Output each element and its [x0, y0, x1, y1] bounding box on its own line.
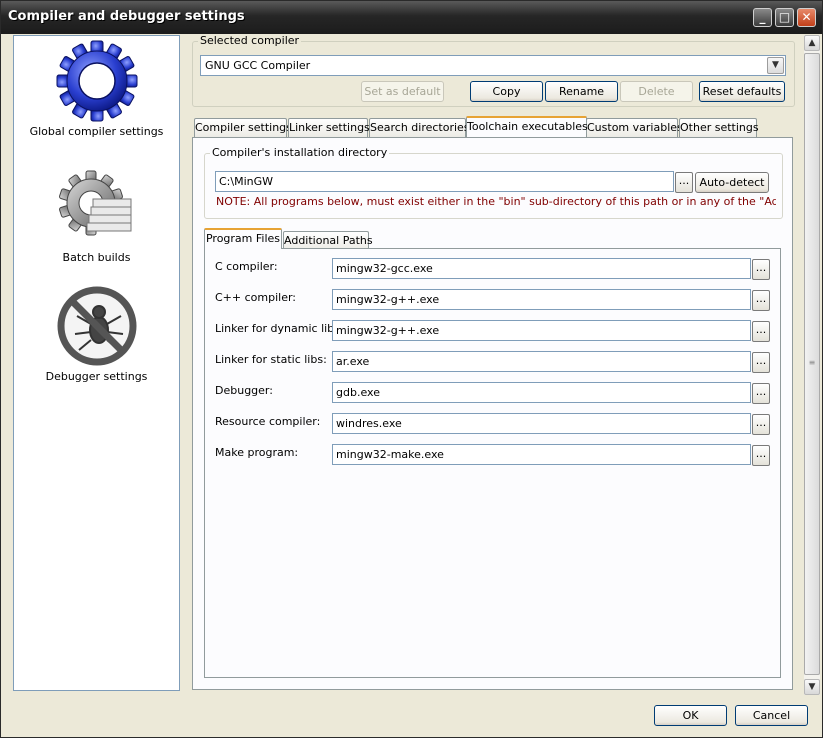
debugger-input[interactable]: gdb.exe — [332, 382, 751, 403]
minimize-button[interactable]: _ — [753, 8, 772, 27]
category-label: Global compiler settings — [29, 125, 164, 138]
settings-category-list: Global compiler settings Batch builds De… — [13, 35, 180, 691]
selected-compiler-label: Selected compiler — [198, 34, 302, 47]
install-note: NOTE: All programs below, must exist eit… — [216, 195, 776, 208]
category-global-compiler[interactable]: Global compiler settings — [14, 39, 179, 138]
copy-button[interactable]: Copy — [470, 81, 543, 102]
make-program-browse-button[interactable]: ... — [752, 445, 770, 466]
tab-toolchain-executables[interactable]: Toolchain executables — [466, 116, 588, 137]
subtab-program-files[interactable]: Program Files — [204, 228, 282, 249]
resource-compiler-label: Resource compiler: — [215, 415, 321, 428]
install-dir-label: Compiler's installation directory — [210, 146, 390, 159]
chevron-down-icon[interactable]: ▼ — [767, 57, 784, 74]
no-bug-icon — [57, 286, 136, 366]
auto-detect-button[interactable]: Auto-detect — [695, 172, 769, 193]
cpp-compiler-input[interactable]: mingw32-g++.exe — [332, 289, 751, 310]
rename-button[interactable]: Rename — [545, 81, 618, 102]
cancel-button[interactable]: Cancel — [735, 705, 808, 726]
scroll-up-button[interactable]: ▲ — [804, 35, 820, 51]
linker-dynamic-label: Linker for dynamic libs: — [215, 322, 344, 335]
install-dir-browse-button[interactable]: ... — [675, 172, 693, 193]
maximize-button[interactable]: □ — [775, 8, 794, 27]
c-compiler-browse-button[interactable]: ... — [752, 259, 770, 280]
settings-dialog: Compiler and debugger settings _ □ ✕ Glo… — [0, 0, 823, 738]
cpp-compiler-label: C++ compiler: — [215, 291, 297, 304]
tab-compiler-settings[interactable]: Compiler settings — [194, 118, 292, 137]
linker-static-browse-button[interactable]: ... — [752, 352, 770, 373]
linker-static-input[interactable]: ar.exe — [332, 351, 751, 372]
ok-button[interactable]: OK — [654, 705, 727, 726]
c-compiler-label: C compiler: — [215, 260, 278, 273]
category-batch-builds[interactable]: Batch builds — [14, 169, 179, 264]
debugger-label: Debugger: — [215, 384, 273, 397]
category-debugger[interactable]: Debugger settings — [14, 284, 179, 383]
reset-defaults-button[interactable]: Reset defaults — [699, 81, 785, 102]
linker-static-label: Linker for static libs: — [215, 353, 327, 366]
linker-dynamic-input[interactable]: mingw32-g++.exe — [332, 320, 751, 341]
tab-linker-settings[interactable]: Linker settings — [288, 118, 370, 137]
scroll-thumb[interactable]: ≡ — [804, 53, 820, 675]
scroll-down-button[interactable]: ▼ — [804, 679, 820, 695]
linker-dynamic-browse-button[interactable]: ... — [752, 321, 770, 342]
grip-icon: ≡ — [808, 358, 816, 367]
title-bar[interactable]: Compiler and debugger settings _ □ ✕ — [1, 1, 822, 34]
resource-compiler-browse-button[interactable]: ... — [752, 414, 770, 435]
debugger-browse-button[interactable]: ... — [752, 383, 770, 404]
category-label: Debugger settings — [45, 370, 148, 383]
tab-custom-variables[interactable]: Custom variables — [586, 118, 683, 137]
resource-compiler-input[interactable]: windres.exe — [332, 413, 751, 434]
batch-gear-icon — [58, 170, 131, 236]
gear-icon — [56, 40, 137, 122]
tab-search-directories[interactable]: Search directories — [369, 118, 470, 137]
make-program-input[interactable]: mingw32-make.exe — [332, 444, 751, 465]
window-title: Compiler and debugger settings — [8, 9, 245, 24]
make-program-label: Make program: — [215, 446, 299, 459]
compiler-select[interactable]: GNU GCC Compiler ▼ — [200, 55, 786, 76]
delete-button[interactable]: Delete — [620, 81, 693, 102]
install-dir-input[interactable]: C:\MinGW — [215, 171, 674, 192]
cpp-compiler-browse-button[interactable]: ... — [752, 290, 770, 311]
close-button[interactable]: ✕ — [797, 8, 816, 27]
set-as-default-button[interactable]: Set as default — [361, 81, 444, 102]
tab-other-settings[interactable]: Other settings — [679, 118, 759, 137]
c-compiler-input[interactable]: mingw32-gcc.exe — [332, 258, 751, 279]
category-label: Batch builds — [62, 251, 131, 264]
vertical-scrollbar[interactable]: ▲ ≡ ▼ — [804, 35, 820, 695]
compiler-select-value: GNU GCC Compiler — [205, 59, 311, 72]
